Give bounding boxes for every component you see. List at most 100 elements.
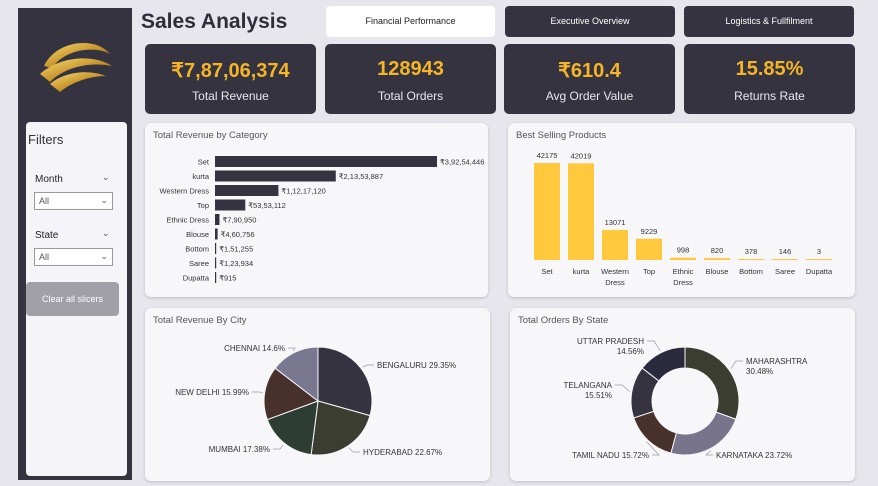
chart-title: Total Orders By State (518, 315, 609, 326)
tab-executive-overview[interactable]: Executive Overview (505, 6, 675, 37)
product-bar[interactable] (738, 259, 764, 260)
slice-label: HYDERABAD 22.67% (363, 448, 442, 457)
sidebar: Filters Month ⌄ All ⌄ State ⌄ All ⌄ Clea… (18, 8, 132, 480)
revenue-by-category-chart: Set ₹3,92,54,446 kurta ₹2,13,53,887 Western … (160, 156, 484, 283)
category-label: Dupatta (183, 274, 210, 283)
revenue-bar[interactable] (215, 199, 246, 211)
product-bar[interactable] (670, 257, 696, 260)
bar-value-label: ₹4,60,756 (221, 230, 255, 239)
product-bar[interactable] (602, 229, 628, 260)
bar-value-label: ₹3,92,54,446 (440, 158, 484, 167)
revenue-bar[interactable] (215, 170, 336, 182)
bar-value-label: ₹1,23,934 (219, 259, 253, 268)
leader-line (348, 447, 360, 453)
kpi-label: Returns Rate (734, 89, 805, 103)
product-bar[interactable] (568, 163, 594, 260)
leader-line (273, 444, 284, 450)
page-title: Sales Analysis (141, 10, 288, 33)
category-label: kurta (192, 172, 210, 181)
leader-line (730, 360, 743, 369)
revenue-by-city-chart: BENGALURU 29.35% HYDERABAD 22.67% MUMBAI 1… (175, 344, 456, 457)
filters-panel: Filters Month ⌄ All ⌄ State ⌄ All ⌄ Clea… (26, 122, 127, 476)
month-slicer-label: Month (35, 174, 63, 185)
kpi-avg-order-value: ₹610.4 Avg Order Value (504, 44, 675, 114)
bar-value-label: 13071 (605, 218, 626, 227)
leader-line (705, 450, 713, 456)
product-bar[interactable] (534, 163, 560, 260)
revenue-bar[interactable] (215, 272, 217, 283)
bar-value-label: 820 (711, 246, 724, 255)
pie-slice[interactable] (670, 411, 737, 456)
category-label: Blouse (186, 230, 209, 239)
orders-by-state-card: MAHARASHTRA 30.48% KARNATAKA 23.72% TAMIL N… (510, 308, 855, 481)
month-dropdown-value: All (39, 196, 50, 206)
product-bar[interactable] (806, 259, 832, 260)
kpi-label: Total Revenue (192, 89, 269, 103)
revenue-bar[interactable] (215, 243, 217, 254)
category-label: Set (541, 267, 553, 276)
kpi-label: Total Orders (377, 89, 444, 103)
slice-label: 15.51% (585, 391, 612, 400)
chevron-down-icon: ⌄ (100, 251, 108, 261)
category-label: Ethnic (673, 267, 694, 276)
bar-value-label: ₹7,90,950 (222, 216, 256, 225)
category-label: Western (601, 267, 629, 276)
product-bar[interactable] (704, 258, 730, 260)
slice-label: TELANGANA (564, 381, 613, 390)
product-bar[interactable] (772, 259, 798, 260)
kpi-total-revenue: ₹7,87,06,374 Total Revenue (145, 44, 316, 114)
bar-value-label: 42019 (571, 151, 592, 160)
brand-logo (40, 42, 112, 92)
bar-value-label: 42175 (537, 151, 558, 160)
category-label: Dupatta (806, 267, 833, 276)
slice-label: CHENNAI 14.6% (224, 344, 285, 353)
category-label: Set (198, 158, 210, 167)
tab-financial-performance[interactable]: Financial Performance (326, 6, 495, 37)
bar-value-label: ₹53,53,112 (248, 201, 286, 210)
state-collapse-icon[interactable]: ⌄ (102, 228, 110, 239)
revenue-bar[interactable] (215, 185, 279, 196)
revenue-bar[interactable] (215, 257, 217, 269)
kpi-label: Avg Order Value (545, 89, 634, 103)
month-collapse-icon[interactable]: ⌄ (102, 172, 110, 183)
slice-label: 14.56% (617, 347, 644, 356)
category-label: Top (643, 267, 655, 276)
pie-slice[interactable] (633, 410, 677, 454)
month-dropdown[interactable]: All ⌄ (34, 192, 113, 210)
category-label: Dress (605, 278, 625, 287)
pie-slice[interactable] (684, 346, 740, 420)
chart-title: Best Selling Products (516, 130, 607, 141)
bar-value-label: 9229 (641, 227, 658, 236)
category-label: Bottom (185, 245, 209, 254)
bar-value-label: 998 (677, 246, 690, 255)
leader-line (362, 364, 374, 368)
best-selling-products-chart: 42175 Set 42019 kurta 13071 Western Dress 9229 T… (534, 151, 833, 287)
category-label: kurta (573, 267, 591, 276)
slice-label: BENGALURU 29.35% (377, 361, 456, 370)
category-label: Ethnic Dress (166, 216, 209, 225)
revenue-by-category-card: Set ₹3,92,54,446 kurta ₹2,13,53,887 Western … (145, 123, 488, 297)
orders-by-state-chart: MAHARASHTRA30.48% KARNATAKA 23.72% TAMIL N… (564, 337, 808, 460)
bar-value-label: 3 (817, 247, 821, 256)
product-bar[interactable] (636, 238, 662, 260)
revenue-bar[interactable] (215, 156, 437, 167)
revenue-bar[interactable] (215, 228, 218, 240)
filters-title: Filters (28, 132, 64, 147)
category-label: Top (197, 201, 209, 210)
kpi-value: 15.85% (735, 58, 804, 80)
kpi-value: 128943 (377, 58, 444, 80)
clear-slicers-button[interactable]: Clear all slicers (26, 282, 119, 316)
state-dropdown-value: All (39, 252, 50, 262)
bar-value-label: ₹1,12,17,120 (281, 187, 325, 196)
chart-title: Total Revenue By City (153, 315, 247, 326)
bar-value-label: 378 (745, 247, 758, 256)
category-label: Bottom (739, 267, 763, 276)
category-label: Blouse (706, 267, 729, 276)
revenue-bar[interactable] (215, 214, 220, 225)
tab-logistics-fulfilment[interactable]: Logistics & Fullfilment (684, 6, 854, 37)
bar-value-label: ₹915 (219, 274, 236, 283)
state-slicer-label: State (35, 230, 59, 241)
state-dropdown[interactable]: All ⌄ (34, 248, 113, 266)
slice-label: MAHARASHTRA (746, 357, 808, 366)
slice-label: NEW DELHI 15.99% (175, 388, 249, 397)
